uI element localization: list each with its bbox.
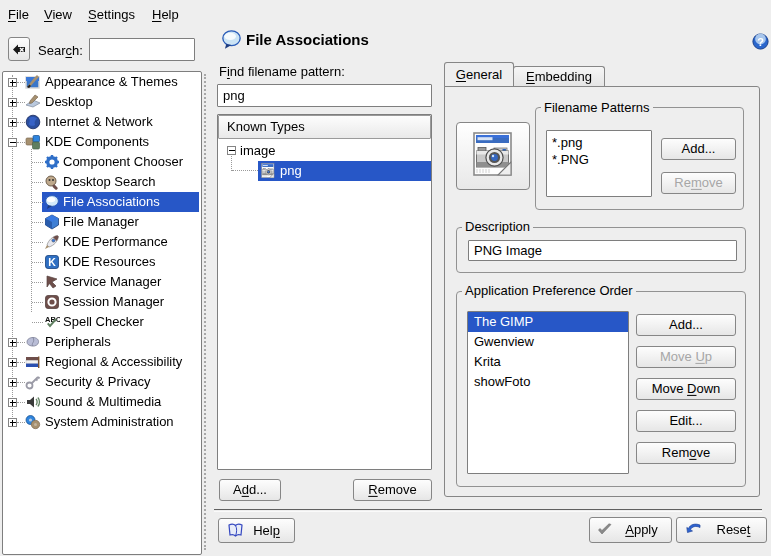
svg-text:K: K — [48, 256, 56, 268]
svg-text:?: ? — [757, 36, 764, 48]
